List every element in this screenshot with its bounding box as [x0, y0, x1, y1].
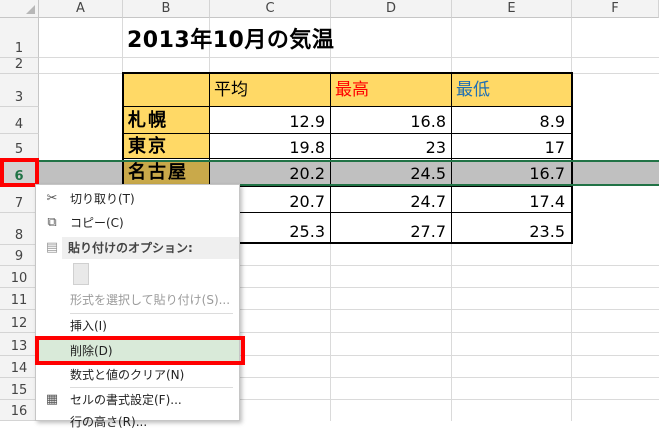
row-header-2[interactable]: 2	[0, 57, 39, 74]
menu-item-insert[interactable]: 挿入(I)	[36, 315, 239, 337]
paste-option-icon[interactable]	[73, 263, 89, 285]
menu-item-clear-label: 数式と値のクリア(N)	[70, 368, 185, 382]
row-header-9[interactable]: 9	[0, 245, 39, 266]
menu-item-insert-label: 挿入(I)	[70, 319, 107, 333]
min-cell[interactable]: 17.4	[452, 186, 571, 213]
scissors-icon: ✂	[46, 191, 58, 206]
column-header-f[interactable]: F	[572, 0, 659, 18]
clipboard-icon: ▤	[45, 240, 59, 255]
menu-item-clear-contents[interactable]: 数式と値のクリア(N)	[36, 364, 239, 386]
row-6-highlight-box	[0, 158, 39, 187]
avg-cell[interactable]: 20.2	[210, 161, 331, 185]
grid-line	[571, 18, 572, 421]
delete-highlight-box	[35, 336, 245, 365]
row-header-3[interactable]: 3	[0, 74, 39, 107]
table-line	[122, 106, 573, 107]
menu-item-row-height-label: 行の高さ(R)...	[70, 415, 148, 429]
row-header-16[interactable]: 16	[0, 400, 39, 421]
row-header-12[interactable]: 12	[0, 310, 39, 333]
menu-item-copy[interactable]: ⧉ コピー(C)	[36, 212, 239, 234]
row-header-14[interactable]: 14	[0, 356, 39, 378]
city-cell[interactable]: 札幌	[124, 107, 210, 134]
max-cell[interactable]: 27.7	[331, 213, 452, 243]
avg-cell[interactable]: 19.8	[210, 134, 331, 159]
min-cell[interactable]: 16.7	[452, 161, 571, 185]
min-cell[interactable]: 23.5	[452, 213, 571, 243]
column-header-e[interactable]: E	[452, 0, 572, 18]
min-cell[interactable]: 17	[452, 134, 571, 159]
header-min[interactable]: 最低	[452, 74, 571, 107]
row-header-15[interactable]: 15	[0, 378, 39, 400]
header-max[interactable]: 最高	[331, 74, 452, 107]
row-header-10[interactable]: 10	[0, 266, 39, 288]
menu-item-paste-special[interactable]: 形式を選択して貼り付け(S)...	[36, 289, 239, 311]
context-menu: ✂ 切り取り(T) ⧉ コピー(C) 貼り付けのオプション: ▤ 形式を選択して…	[35, 184, 240, 429]
grid-line	[39, 57, 659, 58]
spreadsheet: A B C D E F 1 2 3 4 5 6 7 8 9 10 11 12 1…	[0, 0, 659, 429]
max-cell[interactable]: 24.5	[331, 161, 452, 185]
menu-item-copy-label: コピー(C)	[70, 216, 124, 230]
menu-item-cut[interactable]: ✂ 切り取り(T)	[36, 188, 239, 210]
row-header-13[interactable]: 13	[0, 333, 39, 356]
max-cell[interactable]: 16.8	[331, 107, 452, 134]
row-header-11[interactable]: 11	[0, 288, 39, 310]
menu-item-format-cells[interactable]: ▦ セルの書式設定(F)...	[36, 389, 239, 411]
format-cells-icon: ▦	[45, 392, 59, 407]
menu-item-cut-label: 切り取り(T)	[70, 192, 135, 206]
menu-separator	[70, 387, 233, 388]
row-header-8[interactable]: 8	[0, 213, 39, 245]
menu-item-row-height[interactable]: 行の高さ(R)...	[36, 411, 239, 433]
max-cell[interactable]: 24.7	[331, 186, 452, 213]
min-cell[interactable]: 8.9	[452, 107, 571, 134]
column-header-d[interactable]: D	[331, 0, 452, 18]
column-header-c[interactable]: C	[210, 0, 331, 18]
row-header-4[interactable]: 4	[0, 107, 39, 134]
menu-item-format-cells-label: セルの書式設定(F)...	[70, 393, 182, 407]
row-header-1[interactable]: 1	[0, 18, 39, 58]
menu-item-paste-special-label: 形式を選択して貼り付け(S)...	[70, 293, 231, 307]
column-header-a[interactable]: A	[39, 0, 123, 18]
row-header-7[interactable]: 7	[0, 186, 39, 213]
sheet-title[interactable]: 2013年10月の気温	[127, 22, 334, 54]
city-cell[interactable]: 東京	[124, 134, 210, 159]
copy-icon: ⧉	[47, 215, 57, 230]
menu-separator	[70, 313, 233, 314]
city-cell[interactable]: 名古屋	[124, 161, 210, 185]
select-all-corner[interactable]	[0, 0, 39, 18]
table-line	[122, 133, 573, 134]
table-line	[122, 158, 573, 159]
avg-cell[interactable]: 12.9	[210, 107, 331, 134]
row-header-5[interactable]: 5	[0, 134, 39, 159]
max-cell[interactable]: 23	[331, 134, 452, 159]
column-header-b[interactable]: B	[123, 0, 210, 18]
table-corner-cell[interactable]	[124, 74, 210, 107]
header-avg[interactable]: 平均	[210, 74, 331, 107]
paste-options-header: 貼り付けのオプション:	[62, 237, 239, 259]
